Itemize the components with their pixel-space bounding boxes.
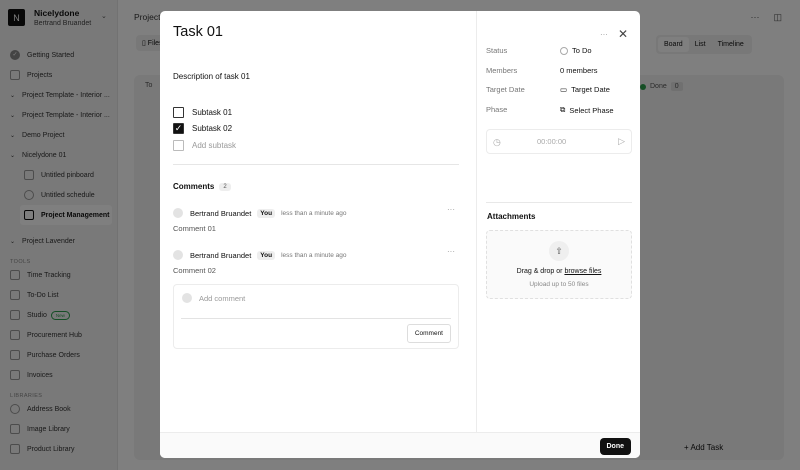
status-label: Status <box>486 46 508 55</box>
checkbox <box>173 140 184 151</box>
target-date-field[interactable]: Target Date ▭ Target Date <box>486 85 636 94</box>
comment: Bertrand Bruandet You less than a minute a… <box>173 205 459 233</box>
checkbox[interactable] <box>173 107 184 118</box>
phase-icon: ⧉ <box>560 105 566 114</box>
avatar <box>173 250 183 260</box>
stopwatch-icon: ◷ <box>493 137 501 147</box>
comment-author: Bertrand Bruandet <box>190 250 252 260</box>
status-field[interactable]: Status To Do <box>486 46 636 55</box>
comment-body: Comment 02 <box>173 266 216 275</box>
avatar <box>182 293 192 303</box>
comment-input[interactable]: Add comment <box>182 293 245 303</box>
task-title[interactable]: Task 01 <box>173 24 223 40</box>
members-field[interactable]: Members 0 members <box>486 66 636 75</box>
task-description[interactable]: Description of task 01 <box>173 72 250 81</box>
comment-composer: Add comment Comment <box>173 284 459 349</box>
divider <box>486 202 632 203</box>
modal-footer: Done <box>160 432 640 458</box>
comments-count: 2 <box>219 182 231 191</box>
members-value: 0 members <box>560 66 598 75</box>
subtask-label: Subtask 02 <box>192 124 233 133</box>
you-badge: You <box>257 250 276 260</box>
checkbox-checked[interactable]: ✓ <box>173 123 184 134</box>
attachments-heading: Attachments <box>487 212 536 221</box>
phase-field[interactable]: Phase ⧉ Select Phase <box>486 105 636 115</box>
divider <box>181 318 451 319</box>
done-button[interactable]: Done <box>599 438 631 455</box>
comment-author: Bertrand Bruandet <box>190 208 252 218</box>
close-icon[interactable]: ✕ <box>618 27 628 41</box>
divider <box>173 164 459 165</box>
add-subtask-label: Add subtask <box>192 141 237 150</box>
comment-body: Comment 01 <box>173 224 216 233</box>
drop-text: Drag & drop or <box>516 268 565 275</box>
subtask-item[interactable]: Subtask 01 <box>173 107 232 118</box>
comment-time: less than a minute ago <box>281 209 347 217</box>
timer-value: 00:00:00 <box>537 137 567 146</box>
status-circle-icon <box>560 46 568 55</box>
calendar-icon: ▭ <box>560 85 568 94</box>
more-icon[interactable]: ··· <box>600 30 608 39</box>
target-date-label: Target Date <box>486 85 525 94</box>
task-modal: Task 01 Description of task 01 Subtask 0… <box>160 11 640 458</box>
comment-placeholder: Add comment <box>199 293 246 303</box>
more-icon[interactable]: ··· <box>447 247 455 256</box>
comment-time: less than a minute ago <box>281 251 347 259</box>
comments-title: Comments <box>173 182 215 191</box>
subtask-label: Subtask 01 <box>192 108 233 117</box>
comment: Bertrand Bruandet You less than a minute a… <box>173 247 459 275</box>
you-badge: You <box>257 208 276 218</box>
upload-limit: Upload up to 50 files <box>529 281 589 288</box>
upload-icon: ⇧ <box>549 241 569 261</box>
play-icon[interactable]: ▷ <box>618 136 625 147</box>
more-icon[interactable]: ··· <box>447 205 455 214</box>
members-label: Members <box>486 66 518 75</box>
status-value: To Do <box>572 46 592 55</box>
file-dropzone[interactable]: ⇧ Drag & drop or browse files Upload up … <box>486 230 632 299</box>
avatar <box>173 208 183 218</box>
add-subtask[interactable]: Add subtask <box>173 140 236 151</box>
subtask-item[interactable]: ✓ Subtask 02 <box>173 123 232 134</box>
comment-button[interactable]: Comment <box>406 324 451 343</box>
phase-value: Select Phase <box>569 105 614 115</box>
comments-heading: Comments 2 <box>173 182 231 191</box>
target-date-value: Target Date <box>571 85 610 94</box>
phase-label: Phase <box>486 105 508 114</box>
timer: ◷ 00:00:00 ▷ <box>486 129 632 154</box>
browse-files-link[interactable]: browse files <box>564 268 601 275</box>
